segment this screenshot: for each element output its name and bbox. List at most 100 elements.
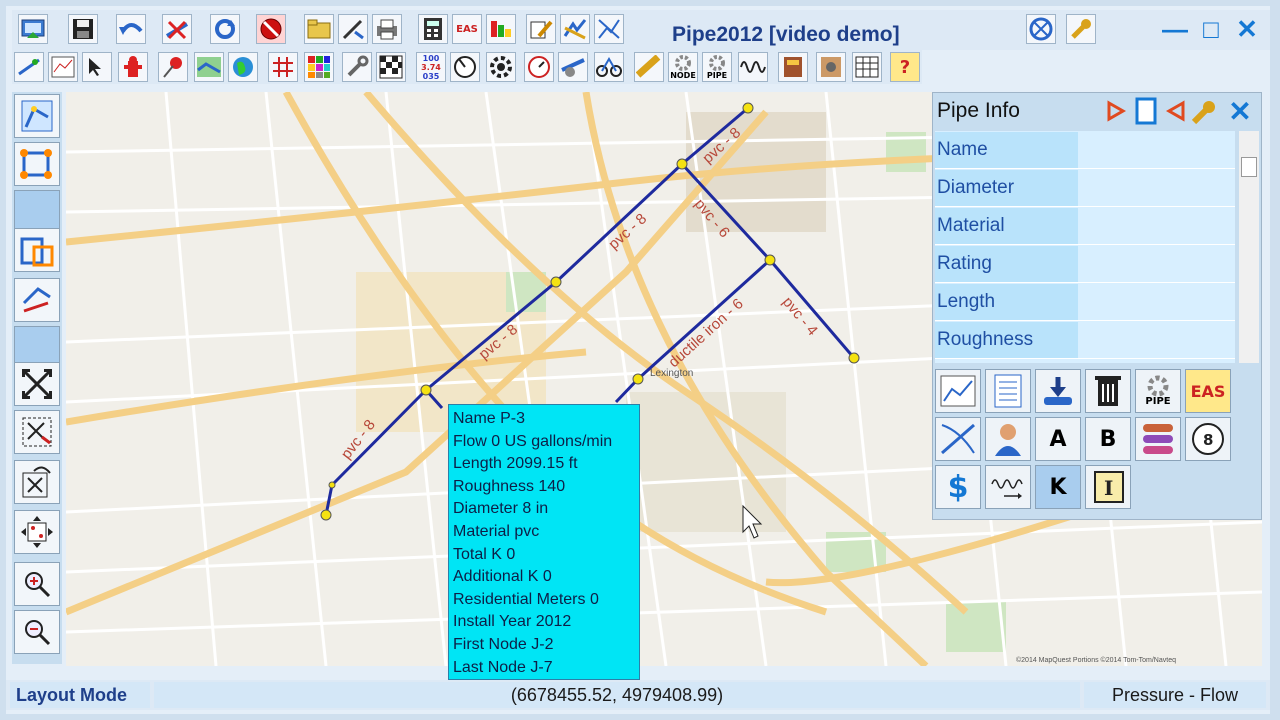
settings-icon[interactable] — [816, 52, 846, 82]
tooltip-line: Install Year 2012 — [453, 613, 572, 631]
pipe-graph-icon[interactable] — [935, 369, 981, 413]
coordinate-readout: (6678455.52, 4979408.99) — [154, 682, 1080, 708]
pipe-select-icon[interactable] — [1133, 97, 1159, 125]
pipe-info-close-icon[interactable]: ✕ — [1225, 97, 1255, 127]
maximize-button[interactable]: □ — [1196, 14, 1226, 44]
table-numbers-icon[interactable]: 100 3.74 035 — [416, 52, 446, 82]
pipe-info-table: Name Diameter Material Rating Length Rou… — [935, 131, 1235, 363]
pipe-info-wrench-icon[interactable] — [1189, 97, 1219, 127]
pipe-network-icon[interactable] — [935, 417, 981, 461]
pipe-info-panel: Pipe Info ✕ Name Diameter Material Ratin… — [932, 92, 1262, 520]
add-node-icon[interactable] — [14, 142, 60, 186]
hydrant-icon[interactable] — [118, 52, 148, 82]
undo-icon[interactable] — [116, 14, 146, 44]
pipe-info-row: Roughness — [935, 321, 1235, 359]
profile-icon[interactable] — [560, 14, 590, 44]
tooltip-line: Material pvc — [453, 522, 540, 540]
tooltip-line: Flow 0 US gallons/min — [453, 432, 613, 450]
network-icon[interactable] — [1026, 14, 1056, 44]
draw-pipe-icon[interactable] — [338, 14, 368, 44]
zoom-out-icon[interactable] — [14, 610, 60, 654]
pipe-info-scrollbar[interactable] — [1239, 131, 1259, 363]
status-bar: Layout Mode (6678455.52, 4979408.99) Pre… — [6, 680, 1270, 710]
ruler-icon[interactable] — [634, 52, 664, 82]
pipe-gear-icon[interactable]: PIPE — [1135, 369, 1181, 413]
k-factor-button[interactable]: K — [1035, 465, 1081, 509]
stop-icon[interactable] — [256, 14, 286, 44]
map-icon[interactable] — [194, 52, 224, 82]
pointer-icon[interactable] — [82, 52, 112, 82]
grid-icon[interactable] — [268, 52, 298, 82]
eas-icon[interactable]: EAS — [452, 14, 482, 44]
zoom-in-icon[interactable] — [14, 562, 60, 606]
map-copyright: ©2014 MapQuest Portions ©2014 Tom-Tom/Na… — [1016, 656, 1176, 664]
book-icon[interactable] — [778, 52, 808, 82]
move-node-icon[interactable] — [14, 228, 60, 272]
pipe-info-row: Rating — [935, 245, 1235, 283]
label-b-button[interactable]: B — [1085, 417, 1131, 461]
pin-icon[interactable] — [158, 52, 188, 82]
minimize-button[interactable]: — — [1160, 14, 1190, 44]
edit-pipe-icon[interactable] — [14, 278, 60, 322]
layers-icon[interactable] — [1135, 417, 1181, 461]
previous-pipe-icon[interactable] — [1107, 97, 1133, 125]
print-icon[interactable] — [372, 14, 402, 44]
graph-icon[interactable] — [594, 14, 624, 44]
chart-icon[interactable] — [48, 52, 78, 82]
pipe-eas-icon[interactable]: EAS — [1185, 369, 1231, 413]
folder-icon[interactable] — [304, 14, 334, 44]
label-a-button[interactable]: A — [1035, 417, 1081, 461]
pipe-download-icon[interactable] — [1035, 369, 1081, 413]
cost-button[interactable]: $ — [935, 465, 981, 509]
tooltip-line: Name P-3 — [453, 410, 526, 427]
delete-pipe-icon[interactable] — [162, 14, 192, 44]
globe-icon[interactable] — [228, 52, 258, 82]
zoom-extents-icon[interactable] — [14, 362, 60, 406]
display-mode-label: Pressure - Flow — [1084, 682, 1266, 708]
wrench-icon[interactable] — [1066, 14, 1096, 44]
network-nodes-icon[interactable] — [594, 52, 624, 82]
pipe-label: pvc - 4 — [779, 294, 821, 339]
line-tool-icon[interactable] — [14, 52, 44, 82]
pipe-tooltip: Name P-3 Flow 0 US gallons/min Length 20… — [448, 404, 640, 680]
pipe-info-row: Name — [935, 131, 1235, 169]
color-chart-icon[interactable] — [486, 14, 516, 44]
tooltip-line: Diameter 8 in — [453, 500, 549, 518]
open-file-icon[interactable] — [18, 14, 48, 44]
tooltip-line: Length 2099.15 ft — [453, 455, 578, 473]
user-icon[interactable] — [985, 417, 1031, 461]
select-nodes-icon[interactable] — [14, 94, 60, 138]
compass-icon[interactable] — [450, 52, 480, 82]
refresh-icon[interactable] — [210, 14, 240, 44]
pulse-icon[interactable] — [985, 465, 1031, 509]
gear-icon[interactable] — [486, 52, 516, 82]
pan-icon[interactable] — [14, 510, 60, 554]
pipe-label: ductile iron - 6 — [665, 295, 746, 371]
waveform-icon[interactable] — [738, 52, 768, 82]
next-pipe-icon[interactable] — [1159, 97, 1185, 125]
pipe-size-icon[interactable]: 8 — [1185, 417, 1231, 461]
info-tag-icon[interactable]: I — [1085, 465, 1131, 509]
close-button[interactable]: ✕ — [1232, 14, 1262, 44]
node-settings-icon[interactable]: NODE — [668, 52, 698, 82]
pipe-info-row: Length — [935, 283, 1235, 321]
save-icon[interactable] — [68, 14, 98, 44]
table-icon[interactable] — [852, 52, 882, 82]
edit-icon[interactable] — [526, 14, 556, 44]
toolbar-secondary: 100 3.74 035 NODE PIPE ? — [12, 50, 922, 84]
zoom-previous-icon[interactable] — [14, 460, 60, 504]
gauge-icon[interactable] — [524, 52, 554, 82]
zoom-window-icon[interactable] — [14, 410, 60, 454]
scrollbar-thumb[interactable] — [1241, 157, 1257, 177]
pipe-settings-icon[interactable]: PIPE — [702, 52, 732, 82]
calculator-icon[interactable] — [418, 14, 448, 44]
help-icon[interactable]: ? — [890, 52, 920, 82]
checker-icon[interactable] — [376, 52, 406, 82]
tools-icon[interactable] — [342, 52, 372, 82]
pipe-info-row: Diameter — [935, 169, 1235, 207]
pipe-report-icon[interactable] — [985, 369, 1031, 413]
delete-icon[interactable] — [1085, 369, 1131, 413]
color-palette-icon[interactable] — [304, 52, 334, 82]
pump-icon[interactable] — [558, 52, 588, 82]
toolbar-main: EAS Pipe2012 [video demo] — [12, 10, 1270, 50]
